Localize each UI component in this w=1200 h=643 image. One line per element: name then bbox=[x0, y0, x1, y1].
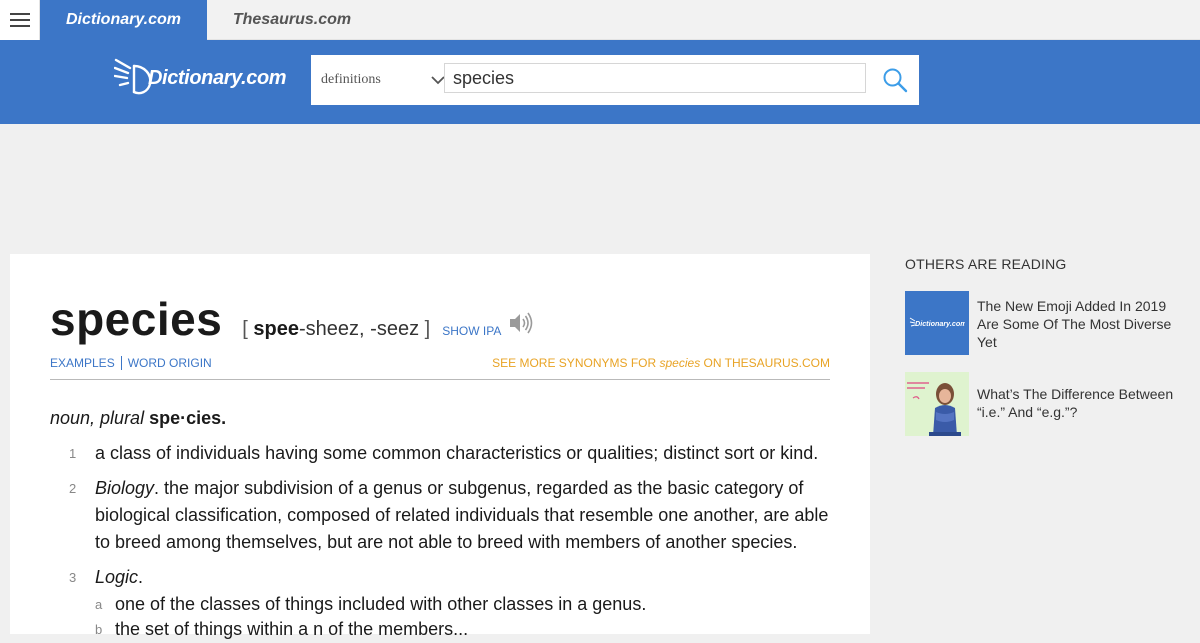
dictionary-logo-thumbnail: Dictionary.com bbox=[909, 317, 965, 328]
headword: species bbox=[50, 293, 223, 345]
article-thumbnail: Dictionary.com bbox=[905, 291, 969, 355]
subdefinition-letter: a bbox=[95, 597, 103, 612]
search-bar: definitions bbox=[311, 55, 919, 105]
entry-links-row: EXAMPLES WORD ORIGIN SEE MORE SYNONYMS F… bbox=[50, 356, 830, 380]
chevron-down-icon bbox=[431, 75, 445, 84]
search-input[interactable] bbox=[444, 63, 866, 93]
definition-item: 1 a class of individuals having some com… bbox=[50, 440, 830, 467]
definition-field-label: Biology bbox=[95, 478, 155, 498]
sidebar-article[interactable]: What’s The Difference Between “i.e.” And… bbox=[905, 372, 1185, 436]
subdefinition-text: one of the classes of things included wi… bbox=[115, 594, 647, 614]
definition-field-label: Logic bbox=[95, 567, 139, 587]
article-title: What’s The Difference Between “i.e.” And… bbox=[977, 386, 1174, 420]
entry-links: EXAMPLES WORD ORIGIN bbox=[50, 356, 212, 370]
definition-number: 2 bbox=[69, 481, 77, 496]
woman-photo-icon bbox=[905, 372, 969, 436]
thumbnail-logo-text: Dictionary.com bbox=[915, 319, 965, 328]
definition-item: 3 Logic. bbox=[50, 564, 830, 591]
synonyms-prefix: SEE MORE SYNONYMS FOR bbox=[492, 356, 657, 370]
pronunciation: [ spee-sheez, -seez ] bbox=[242, 318, 430, 341]
headword-row: species [ spee-sheez, -seez ] SHOW IPA bbox=[50, 292, 533, 346]
definition-number: 3 bbox=[69, 570, 77, 585]
definition-text: . the major subdivision of a genus or su… bbox=[95, 478, 829, 552]
site-header: Dictionary.com definitions bbox=[0, 40, 1200, 124]
search-type-value: definitions bbox=[321, 72, 381, 87]
examples-link[interactable]: EXAMPLES bbox=[50, 356, 115, 370]
definition-text: . bbox=[138, 567, 144, 587]
link-divider bbox=[120, 356, 122, 370]
definition-body: Logic. bbox=[95, 564, 830, 591]
logo-text: Dictionary.com bbox=[148, 66, 287, 89]
part-of-speech: noun, plural bbox=[50, 408, 145, 428]
synonyms-word: species bbox=[659, 356, 701, 370]
sidebar-article[interactable]: Dictionary.com The New Emoji Added In 20… bbox=[905, 291, 1185, 355]
pronunciation-stressed: spee bbox=[253, 318, 300, 340]
synonyms-link[interactable]: SEE MORE SYNONYMS FOR species ON THESAUR… bbox=[492, 356, 830, 370]
article-title: The New Emoji Added In 2019 Are Some Of … bbox=[977, 298, 1172, 350]
definition-text: a class of individuals having some commo… bbox=[95, 443, 819, 463]
entry-card: species [ spee-sheez, -seez ] SHOW IPA E… bbox=[10, 254, 870, 639]
pronunciation-rest: -sheez, -seez bbox=[299, 318, 420, 340]
sidebar-title: OTHERS ARE READING bbox=[905, 256, 1067, 272]
pronunciation-open-bracket: [ bbox=[242, 318, 248, 340]
definition-number: 1 bbox=[69, 446, 77, 461]
search-button[interactable] bbox=[871, 55, 919, 105]
definition-body: Biology. the major subdivision of a genu… bbox=[95, 475, 830, 556]
menu-button[interactable] bbox=[0, 0, 40, 40]
article-thumbnail bbox=[905, 372, 969, 436]
part-of-speech-line: noun, plural spe·cies. bbox=[50, 408, 226, 429]
site-logo[interactable]: Dictionary.com bbox=[114, 54, 287, 98]
search-icon bbox=[883, 68, 908, 93]
search-type-select[interactable]: definitions bbox=[321, 55, 445, 105]
tab-thesaurus[interactable]: Thesaurus.com bbox=[207, 0, 377, 40]
tab-dictionary[interactable]: Dictionary.com bbox=[40, 0, 207, 40]
word-origin-link[interactable]: WORD ORIGIN bbox=[128, 356, 212, 370]
plural-form: spe·cies. bbox=[149, 408, 227, 428]
pronunciation-close-bracket: ] bbox=[424, 318, 431, 340]
show-ipa-link[interactable]: SHOW IPA bbox=[442, 324, 501, 338]
definition-item: 2 Biology. the major subdivision of a ge… bbox=[50, 475, 830, 556]
menu-icon bbox=[9, 13, 30, 27]
speaker-icon[interactable] bbox=[509, 312, 533, 334]
subdefinition-item: a one of the classes of things included … bbox=[50, 591, 830, 618]
top-tab-bar: Dictionary.com Thesaurus.com bbox=[0, 0, 1200, 40]
synonyms-suffix: ON THESAURUS.COM bbox=[703, 356, 830, 370]
